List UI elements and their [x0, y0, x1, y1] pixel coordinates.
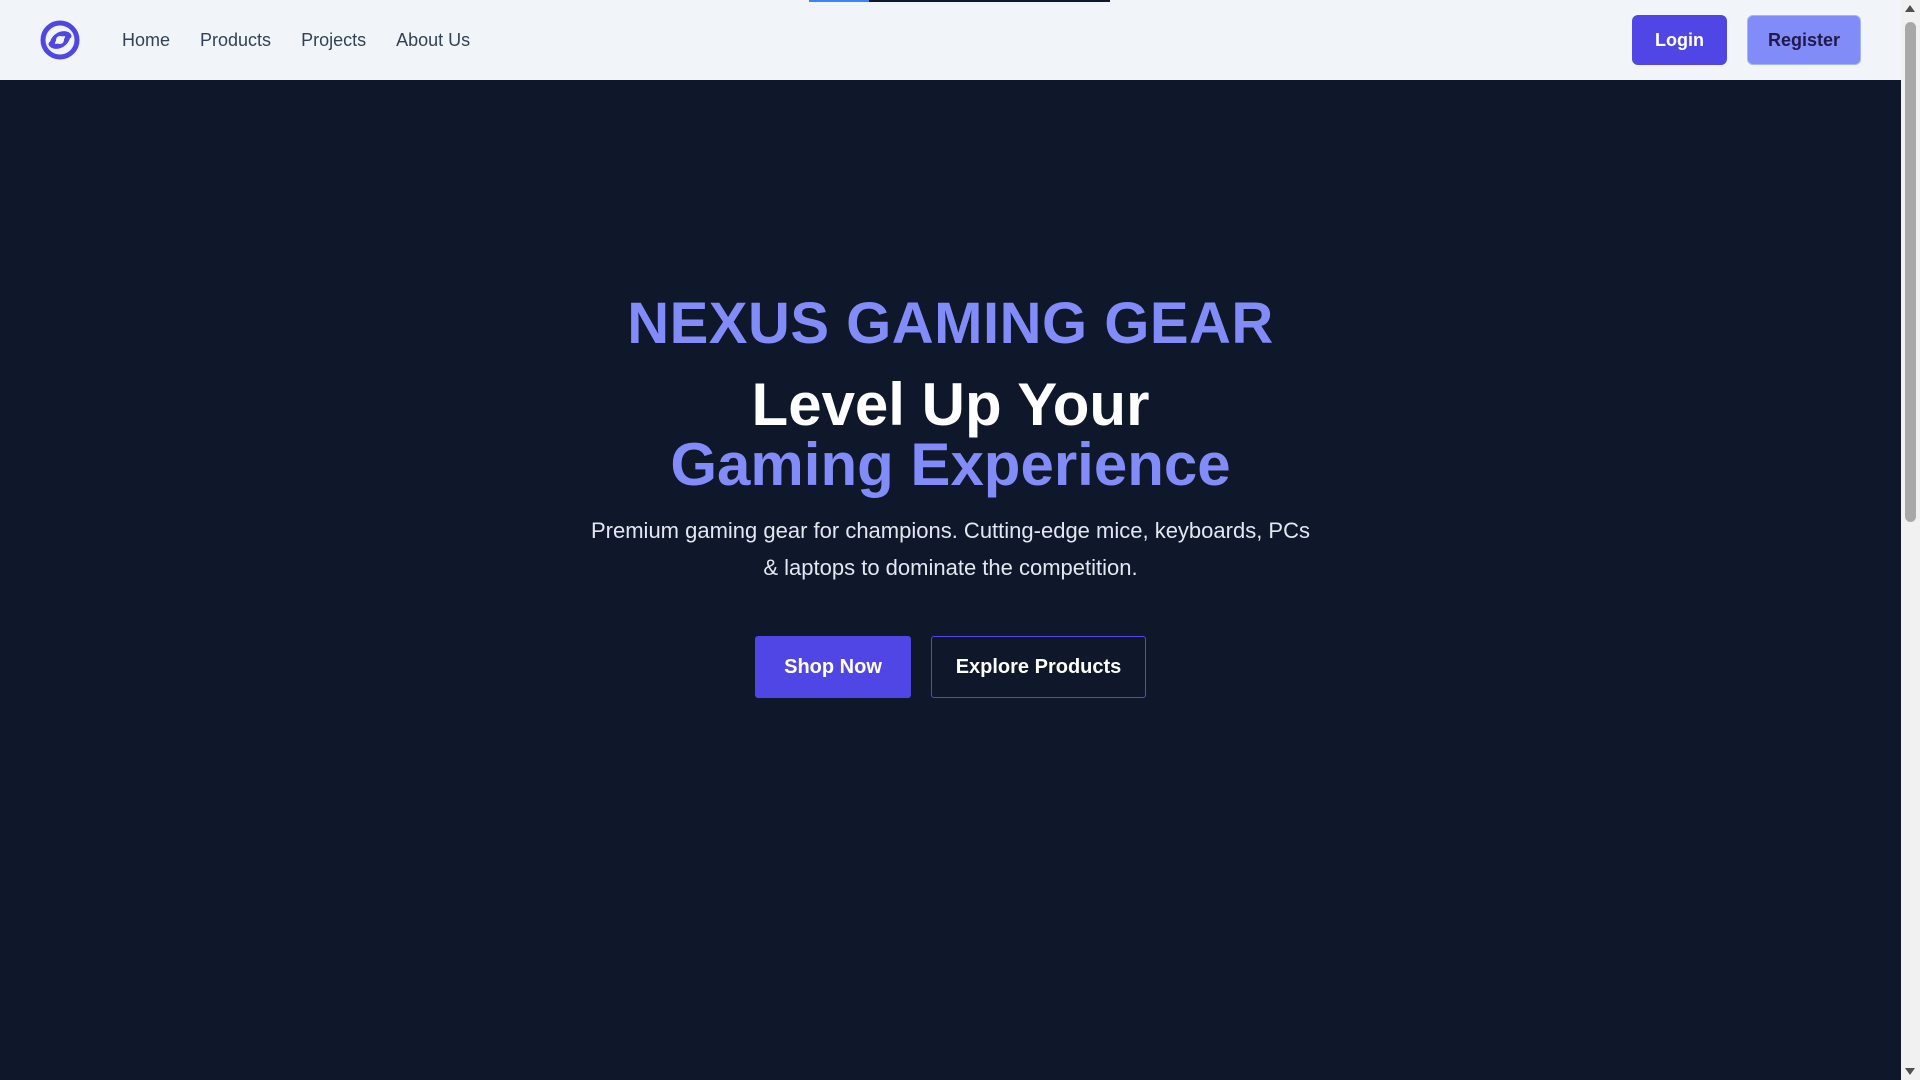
nav-link-projects[interactable]: Projects	[301, 30, 366, 51]
scroll-down-arrow-icon[interactable]	[1905, 1068, 1915, 1075]
vertical-scrollbar[interactable]	[1901, 0, 1920, 1080]
hero-description: Premium gaming gear for champions. Cutti…	[591, 518, 1310, 580]
nav-link-products[interactable]: Products	[200, 30, 271, 51]
hero-headline-line2: Gaming Experience	[670, 431, 1231, 498]
login-button[interactable]: Login	[1632, 15, 1727, 65]
hero-section: NEXUS GAMING GEAR Level Up Your Gaming E…	[0, 80, 1901, 1080]
swirl-logo-icon[interactable]	[39, 19, 81, 61]
page: Home Products Projects About Us Login Re…	[0, 0, 1901, 1080]
scrollbar-thumb[interactable]	[1905, 22, 1916, 522]
nav-links: Home Products Projects About Us	[122, 0, 470, 80]
shop-now-button[interactable]: Shop Now	[755, 636, 911, 698]
hero-brand-title: NEXUS GAMING GEAR	[627, 291, 1274, 356]
scroll-up-arrow-icon[interactable]	[1905, 5, 1915, 12]
nav-link-about-us[interactable]: About Us	[396, 30, 470, 51]
page-loading-bar-fill	[809, 0, 869, 2]
page-loading-bar	[809, 0, 1110, 2]
hero-headline-line1: Level Up Your	[751, 371, 1150, 438]
top-navbar: Home Products Projects About Us Login Re…	[0, 0, 1901, 80]
register-button[interactable]: Register	[1747, 15, 1861, 65]
explore-products-button[interactable]: Explore Products	[931, 636, 1146, 698]
nav-link-home[interactable]: Home	[122, 30, 170, 51]
